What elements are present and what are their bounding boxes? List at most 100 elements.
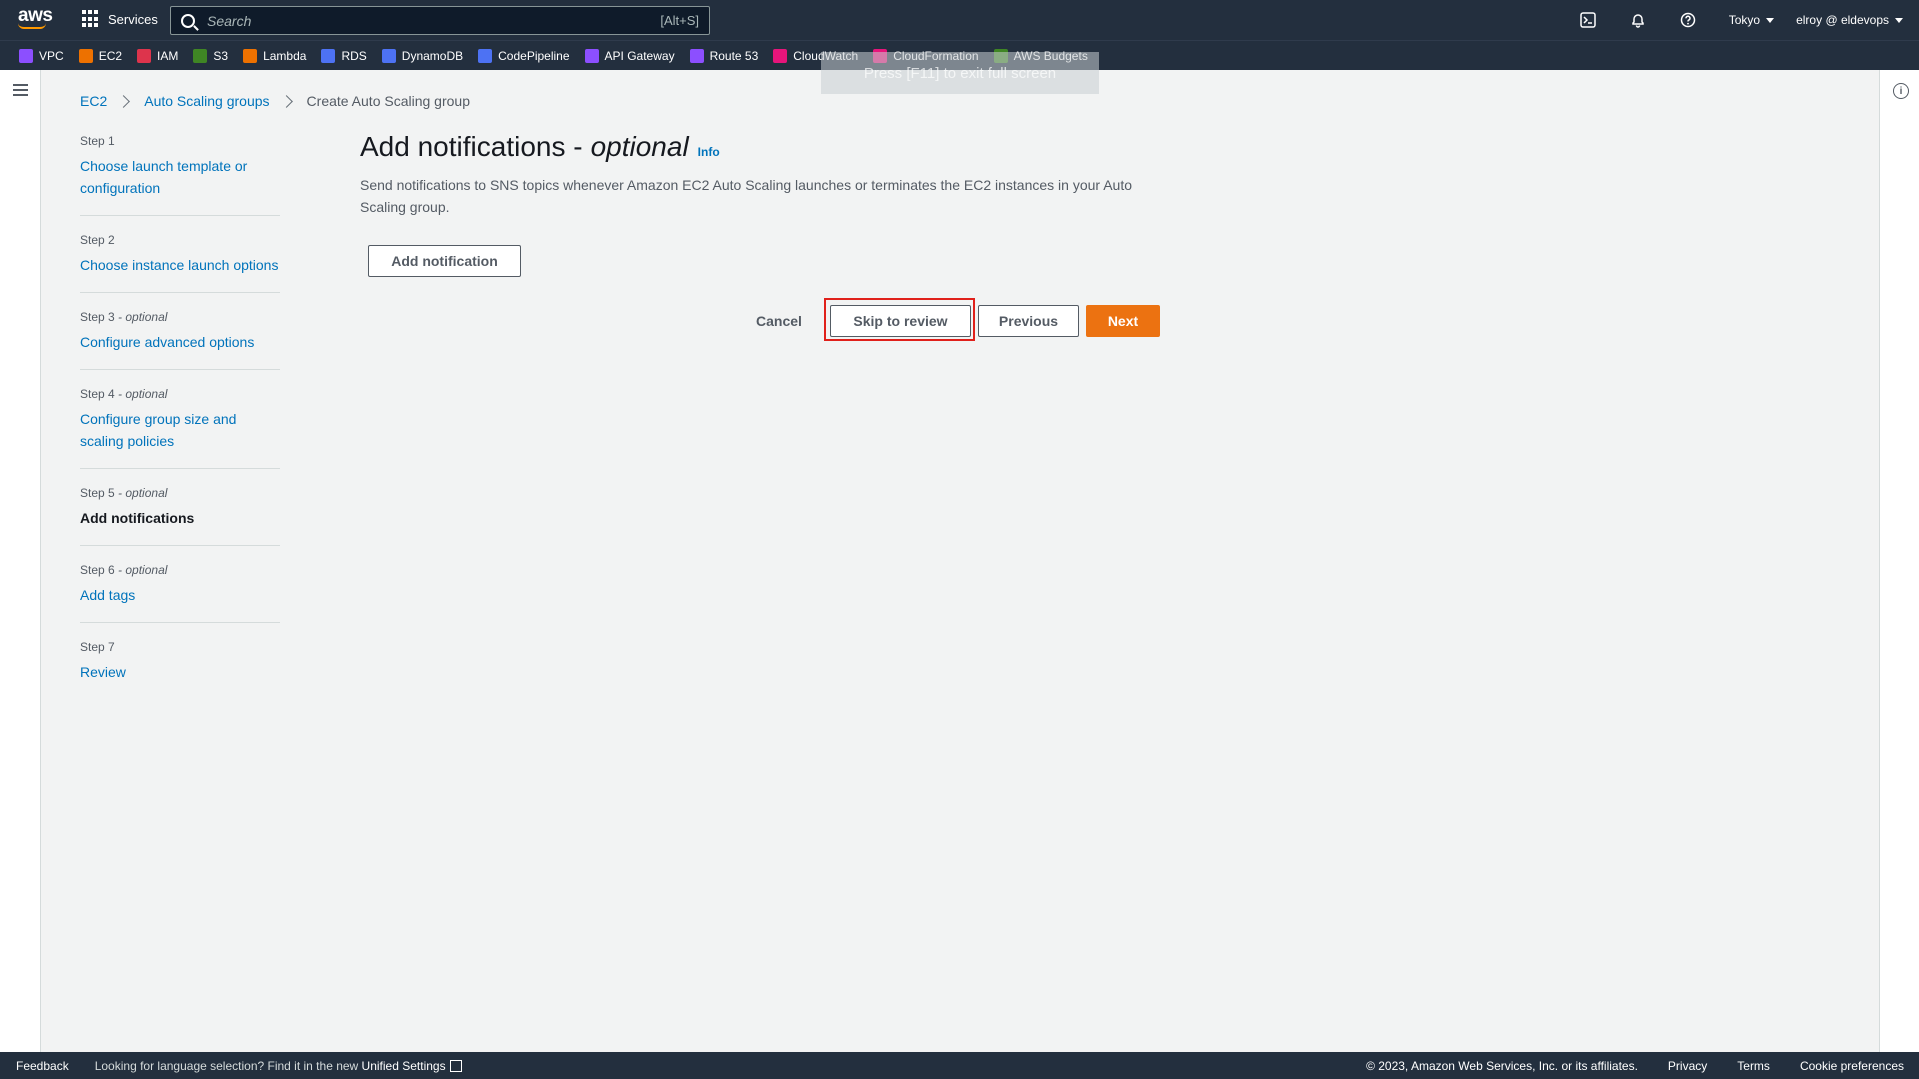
region-label: Tokyo	[1728, 13, 1761, 27]
region-selector[interactable]: Tokyo	[1728, 13, 1775, 27]
fullscreen-toast: Press [F11] to exit full screen	[821, 52, 1099, 94]
footer-links: © 2023, Amazon Web Services, Inc. or its…	[1336, 1052, 1904, 1079]
favorite-rds[interactable]: RDS	[321, 48, 367, 63]
page-title-optional: optional	[590, 131, 689, 162]
search-shortcut-hint: [Alt+S]	[660, 13, 699, 28]
s3-icon	[193, 48, 208, 63]
favorite-route-53[interactable]: Route 53	[689, 48, 759, 63]
cookie-preferences-link[interactable]: Cookie preferences	[1800, 1059, 1904, 1073]
step-link[interactable]: Configure advanced options	[80, 331, 280, 353]
favorite-label: EC2	[98, 48, 123, 63]
help-icon[interactable]	[1679, 11, 1697, 29]
step-number-text: Step 4	[80, 387, 115, 401]
step-optional-text: - optional	[114, 387, 168, 401]
account-menu[interactable]: elroy @ eldevops	[1796, 13, 1903, 27]
page-title-text: Add notifications -	[360, 131, 583, 162]
info-icon[interactable]: i	[1893, 83, 1909, 99]
grid-icon	[82, 10, 100, 28]
step-number: Step 7	[80, 639, 280, 655]
wizard-steps: Step 1 Choose launch template or configur…	[80, 133, 280, 715]
step-optional-text: - optional	[114, 486, 168, 500]
codepipeline-icon	[478, 48, 493, 63]
wizard-step-2: Step 2 Choose instance launch options	[80, 232, 280, 293]
left-navigation-rail	[0, 70, 41, 1052]
favorite-label: IAM	[157, 48, 179, 63]
menu-icon[interactable]	[13, 84, 28, 96]
favorite-label: DynamoDB	[401, 48, 464, 63]
step-optional-text: - optional	[114, 563, 168, 577]
unified-settings-link[interactable]: Unified Settings	[362, 1059, 446, 1073]
step-link[interactable]: Choose instance launch options	[80, 254, 280, 276]
copyright-text: © 2023, Amazon Web Services, Inc. or its…	[1366, 1058, 1638, 1073]
step-number-text: Step 1	[80, 134, 115, 148]
iam-icon	[137, 48, 152, 63]
aws-logo[interactable]: aws	[18, 6, 53, 33]
language-notice-text: Looking for language selection? Find it …	[94, 1058, 362, 1073]
top-right-controls: Tokyo elroy @ eldevops	[1579, 0, 1919, 40]
step-link: Add notifications	[80, 510, 195, 526]
ec2-icon	[78, 48, 93, 63]
breadcrumb-ec2[interactable]: EC2	[80, 93, 107, 109]
step-number: Step 3 - optional	[80, 309, 280, 325]
add-notification-button[interactable]: Add notification	[368, 245, 521, 277]
favorite-iam[interactable]: IAM	[137, 48, 179, 63]
privacy-link[interactable]: Privacy	[1668, 1059, 1707, 1073]
language-notice: Looking for language selection? Find it …	[95, 1059, 462, 1073]
rds-icon	[321, 48, 336, 63]
favorite-ec2[interactable]: EC2	[78, 48, 123, 63]
feedback-link[interactable]: Feedback	[16, 1059, 69, 1073]
favorite-api-gateway[interactable]: API Gateway	[584, 48, 675, 63]
highlight-box	[824, 298, 975, 341]
page-title: Add notifications - optional Info	[360, 131, 720, 163]
search-box[interactable]: [Alt+S]	[170, 6, 710, 35]
previous-button[interactable]: Previous	[978, 305, 1079, 337]
favorite-lambda[interactable]: Lambda	[243, 48, 307, 63]
search-input[interactable]	[207, 12, 661, 29]
favorite-codepipeline[interactable]: CodePipeline	[478, 48, 570, 63]
favorite-label: CodePipeline	[498, 48, 570, 63]
footer: Feedback Looking for language selection?…	[0, 1052, 1919, 1079]
step-number-text: Step 5	[80, 486, 115, 500]
account-label: elroy @ eldevops	[1796, 13, 1889, 27]
caret-down-icon	[1766, 17, 1775, 23]
wizard-step-1: Step 1 Choose launch template or configur…	[80, 133, 280, 216]
bell-icon[interactable]	[1629, 11, 1647, 29]
terms-link[interactable]: Terms	[1737, 1059, 1770, 1073]
services-label: Services	[108, 11, 158, 27]
favorite-s3[interactable]: S3	[193, 48, 229, 63]
services-menu-button[interactable]: Services	[82, 10, 158, 28]
info-link[interactable]: Info	[698, 145, 720, 159]
step-number: Step 5 - optional	[80, 485, 280, 501]
top-navigation: aws Services [Alt+S] Tokyo elroy @ eldev…	[0, 0, 1919, 40]
wizard-step-6: Step 6 - optional Add tags	[80, 562, 280, 623]
step-number-text: Step 2	[80, 233, 115, 247]
step-optional-text: - optional	[114, 310, 168, 324]
wizard-step-7: Step 7 Review	[80, 639, 280, 699]
step-link[interactable]: Add tags	[80, 584, 280, 606]
wizard-step-3: Step 3 - optional Configure advanced opti…	[80, 309, 280, 370]
favorite-vpc[interactable]: VPC	[19, 48, 64, 63]
step-link[interactable]: Review	[80, 661, 280, 683]
step-number: Step 4 - optional	[80, 386, 280, 402]
step-link[interactable]: Configure group size and scaling policie…	[80, 408, 280, 452]
cloudwatch-icon	[773, 48, 788, 63]
next-button[interactable]: Next	[1086, 305, 1160, 337]
favorite-label: RDS	[341, 48, 367, 63]
caret-down-icon	[1895, 17, 1903, 23]
favorite-label: Lambda	[263, 48, 307, 63]
cancel-button[interactable]: Cancel	[748, 305, 810, 337]
step-link[interactable]: Choose launch template or configuration	[80, 155, 280, 199]
lambda-icon	[243, 48, 258, 63]
breadcrumb: EC2 Auto Scaling groups Create Auto Scal…	[80, 93, 470, 109]
favorite-label: S3	[213, 48, 229, 63]
favorite-dynamodb[interactable]: DynamoDB	[381, 48, 464, 63]
breadcrumb-auto-scaling-groups[interactable]: Auto Scaling groups	[144, 93, 269, 109]
favorite-label: Route 53	[709, 48, 759, 63]
page-description: Send notifications to SNS topics wheneve…	[360, 177, 1132, 215]
external-link-icon	[449, 1059, 462, 1072]
search-icon	[181, 13, 195, 28]
favorite-label: API Gateway	[604, 48, 675, 63]
cloudshell-icon[interactable]	[1579, 11, 1597, 29]
vpc-icon	[19, 48, 33, 63]
step-number: Step 2	[80, 232, 280, 248]
